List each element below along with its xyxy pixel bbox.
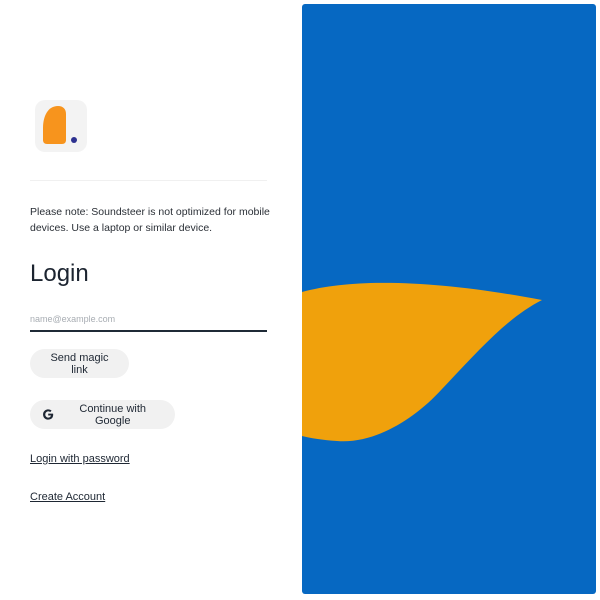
logo-mark-icon bbox=[43, 106, 66, 144]
soundsteer-logo bbox=[35, 100, 87, 152]
hero-illustration bbox=[302, 4, 596, 594]
divider bbox=[30, 180, 267, 181]
email-input[interactable] bbox=[30, 308, 267, 332]
page-title: Login bbox=[30, 260, 89, 287]
hero-shape bbox=[302, 282, 542, 442]
login-with-password-link[interactable]: Login with password bbox=[30, 453, 130, 465]
mobile-notice: Please note: Soundsteer is not optimized… bbox=[30, 206, 270, 234]
continue-with-google-label: Continue with Google bbox=[79, 402, 147, 427]
send-magic-link-button[interactable]: Send magic link bbox=[30, 349, 129, 378]
continue-with-google-button[interactable]: Continue with Google bbox=[30, 400, 175, 429]
logo-dot-icon bbox=[71, 137, 77, 143]
send-magic-link-label: Send magic link bbox=[50, 351, 109, 376]
login-page: Please note: Soundsteer is not optimized… bbox=[0, 0, 600, 600]
google-g-icon bbox=[43, 409, 54, 420]
create-account-link[interactable]: Create Account bbox=[30, 491, 105, 503]
login-panel: Please note: Soundsteer is not optimized… bbox=[30, 0, 270, 600]
